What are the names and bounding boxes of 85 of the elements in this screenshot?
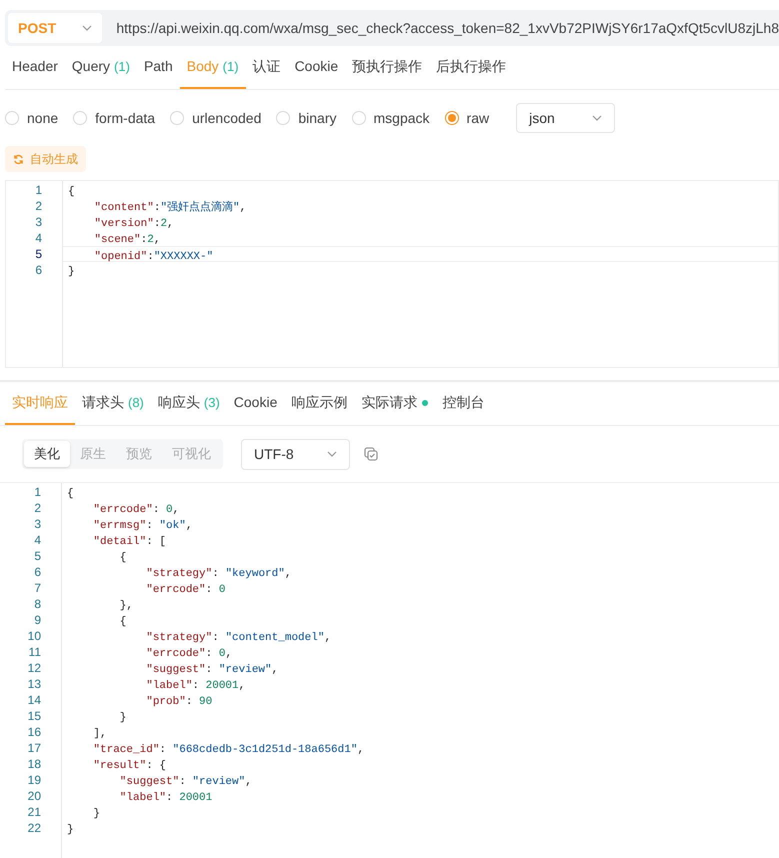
code-line: "version":2, — [93, 218, 174, 230]
tab[interactable]: 后执行操作 — [429, 46, 514, 89]
chevron-icon — [82, 25, 92, 31]
code-line: "suggest": "review", — [118, 776, 252, 788]
line-number: 3 — [34, 214, 43, 230]
radio-option[interactable]: none — [5, 108, 58, 128]
code-line: "label": 20001, — [145, 680, 246, 692]
line-number: 6 — [33, 564, 42, 580]
line-number: 12 — [26, 660, 42, 676]
code-line: "label": 20001 — [118, 792, 212, 804]
line-number: 8 — [33, 596, 42, 612]
code-line: { — [68, 186, 75, 198]
code-line: } — [68, 266, 75, 278]
chevron-icon — [327, 451, 337, 457]
code-line: "errcode": 0 — [145, 584, 226, 596]
code-line: "detail": [ — [92, 536, 166, 548]
refresh-icon — [13, 154, 24, 164]
tab[interactable]: 响应示例 — [284, 382, 354, 425]
code-line: { — [67, 488, 74, 500]
line-number: 22 — [26, 820, 42, 836]
line-number: 5 — [34, 246, 43, 262]
code-line: }, — [118, 600, 134, 612]
code-line: "result": { — [92, 760, 166, 772]
line-number: 16 — [26, 724, 42, 740]
code-line: "strategy": "content_model", — [145, 632, 332, 644]
line-number: 4 — [33, 532, 42, 548]
line-number: 2 — [33, 500, 42, 516]
code-line: "content":"强奸点点滴滴", — [93, 202, 246, 214]
line-number: 1 — [34, 182, 43, 198]
tab[interactable]: 控制台 — [435, 382, 492, 425]
code-line: } — [92, 808, 100, 820]
chevron-icon — [592, 115, 602, 121]
code-line: "trace_id": "668cdedb-3c1d251d-18a656d1", — [92, 744, 364, 756]
tab[interactable]: Header — [5, 46, 65, 89]
line-number: 15 — [26, 708, 42, 724]
line-number: 17 — [26, 740, 42, 756]
code-line: "errcode": 0, — [92, 504, 180, 516]
request-editor[interactable]: 1 2 3 4 5 6 { "content":"强奸点点滴滴", "version":2, "scene":2, "openid":"XXXXXX-" } — [5, 180, 779, 368]
line-number: 21 — [26, 804, 42, 820]
line-number: 5 — [33, 548, 42, 564]
radio-option[interactable]: raw — [444, 108, 490, 128]
radio-option[interactable]: form-data — [73, 108, 156, 128]
line-number: 1 — [33, 484, 42, 500]
encoding-select[interactable]: UTF-8 — [241, 438, 350, 470]
line-number: 14 — [26, 692, 42, 708]
tab[interactable]: 响应头 (3) — [150, 382, 227, 425]
code-line: { — [118, 552, 126, 564]
line-number: 18 — [26, 756, 42, 772]
tab[interactable]: 预执行操作 — [345, 46, 430, 89]
format-select[interactable]: json — [516, 103, 616, 133]
code-line: "errmsg": "ok", — [92, 520, 192, 532]
code-line: ], — [92, 728, 107, 740]
radio-option[interactable]: binary — [276, 108, 336, 128]
tab[interactable]: 请求头 (8) — [75, 382, 151, 425]
code-line: { — [118, 616, 126, 628]
radio-option[interactable]: msgpack — [352, 108, 430, 128]
line-number: 7 — [33, 580, 42, 596]
code-line: "errcode": 0, — [145, 648, 232, 660]
line-number: 3 — [33, 516, 42, 532]
tab[interactable]: 实际请求 — [354, 382, 436, 425]
line-number: 6 — [34, 262, 43, 278]
line-number: 19 — [26, 772, 42, 788]
tab[interactable]: Path — [136, 46, 180, 89]
code-line: } — [67, 824, 74, 836]
copy-icon[interactable] — [364, 447, 378, 461]
line-number: 20 — [26, 788, 42, 804]
tab[interactable]: Cookie — [288, 46, 346, 89]
radio-option[interactable]: urlencoded — [170, 108, 262, 128]
tab[interactable]: Query (1) — [64, 46, 137, 89]
code-line: "scene":2, — [93, 234, 160, 246]
line-number: 11 — [28, 644, 42, 660]
line-number: 2 — [34, 198, 43, 214]
tab[interactable]: Cookie — [226, 382, 284, 425]
line-number: 4 — [34, 230, 43, 246]
line-number: 13 — [26, 676, 42, 692]
url-field[interactable]: https://api.weixin.qq.com/wxa/msg_sec_check?access_token=82_1xvVb72PIWjSY6r17aQxfQt5cvlU8zjLh8 — [116, 18, 779, 38]
code-line: "prob": 90 — [145, 696, 212, 708]
view-mode-tab[interactable]: 美化 — [24, 441, 70, 467]
code-line: "strategy": "keyword", — [145, 568, 292, 580]
line-number: 9 — [33, 612, 42, 628]
line-number: 10 — [26, 628, 42, 644]
code-line: } — [118, 712, 126, 724]
code-line: "suggest": "review", — [145, 664, 278, 676]
code-line: "openid":"XXXXXX-" — [93, 251, 214, 263]
tab[interactable]: 认证 — [246, 46, 288, 89]
